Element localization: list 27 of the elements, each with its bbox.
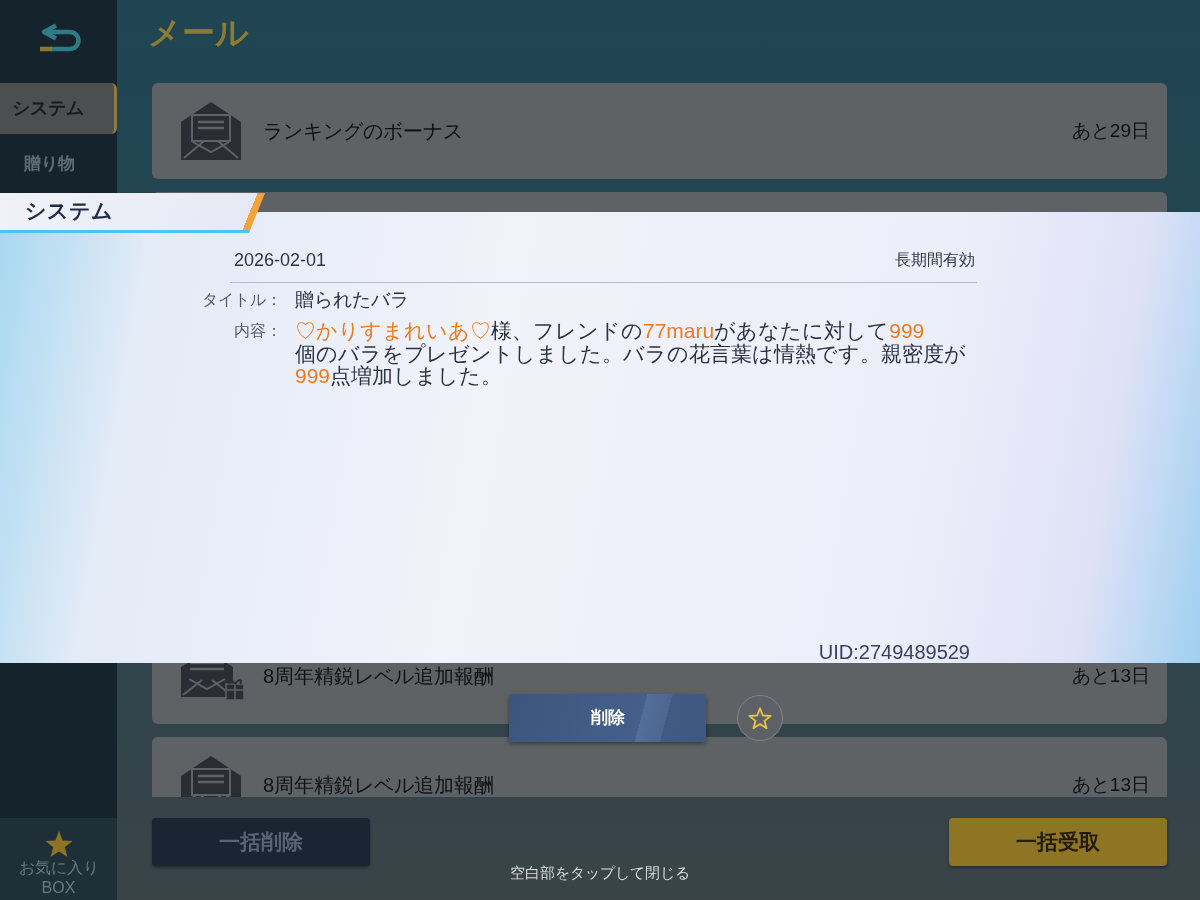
field-label: タイトル：: [201, 290, 282, 310]
mail-title: 8周年精鋭レベル追加報酬: [263, 664, 495, 689]
claim-all-button[interactable]: 一括受取: [949, 818, 1167, 866]
open-envelope-icon: [181, 756, 241, 797]
mail-date: 2026-02-01: [234, 248, 327, 272]
mail-body: ♡かりすまれいあ♡様、フレンドの77maruがあなたに対して999 個のバラをプレゼントしました。バラの花言葉は情熱です。親密度が 999点増加しました。: [295, 320, 967, 388]
expiry-label: あと13日: [1071, 772, 1150, 797]
open-envelope-icon: [181, 102, 241, 160]
delete-all-button[interactable]: 一括削除: [152, 818, 370, 866]
favorites-button[interactable]: お気に入り BOX: [0, 818, 117, 900]
expiry-label: あと29日: [1071, 118, 1150, 143]
validity-label: 長期間有効: [895, 250, 975, 270]
expiry-label: あと13日: [1071, 663, 1150, 688]
star-icon: [44, 831, 73, 858]
close-hint: 空白部をタップして閉じる: [509, 864, 691, 882]
mail-subject: 贈られたバラ: [295, 287, 409, 312]
delete-button[interactable]: 削除: [509, 694, 706, 742]
page-title: メール: [148, 13, 249, 53]
mail-title: ランキングのボーナス: [263, 119, 463, 144]
mail-card[interactable]: 8周年精鋭レベル追加報酬 あと13日: [152, 737, 1167, 797]
uid-label: UID:2749489529: [818, 641, 970, 663]
sidebar-tab[interactable]: 贈り物: [0, 138, 117, 189]
field-label: 内容：: [233, 321, 282, 341]
mail-card[interactable]: ランキングのボーナス あと29日: [152, 83, 1167, 179]
sidebar-tab[interactable]: システム: [0, 83, 117, 134]
mail-title: 8周年精鋭レベル追加報酬: [263, 773, 495, 797]
dialog-section-header: システム: [0, 193, 265, 233]
